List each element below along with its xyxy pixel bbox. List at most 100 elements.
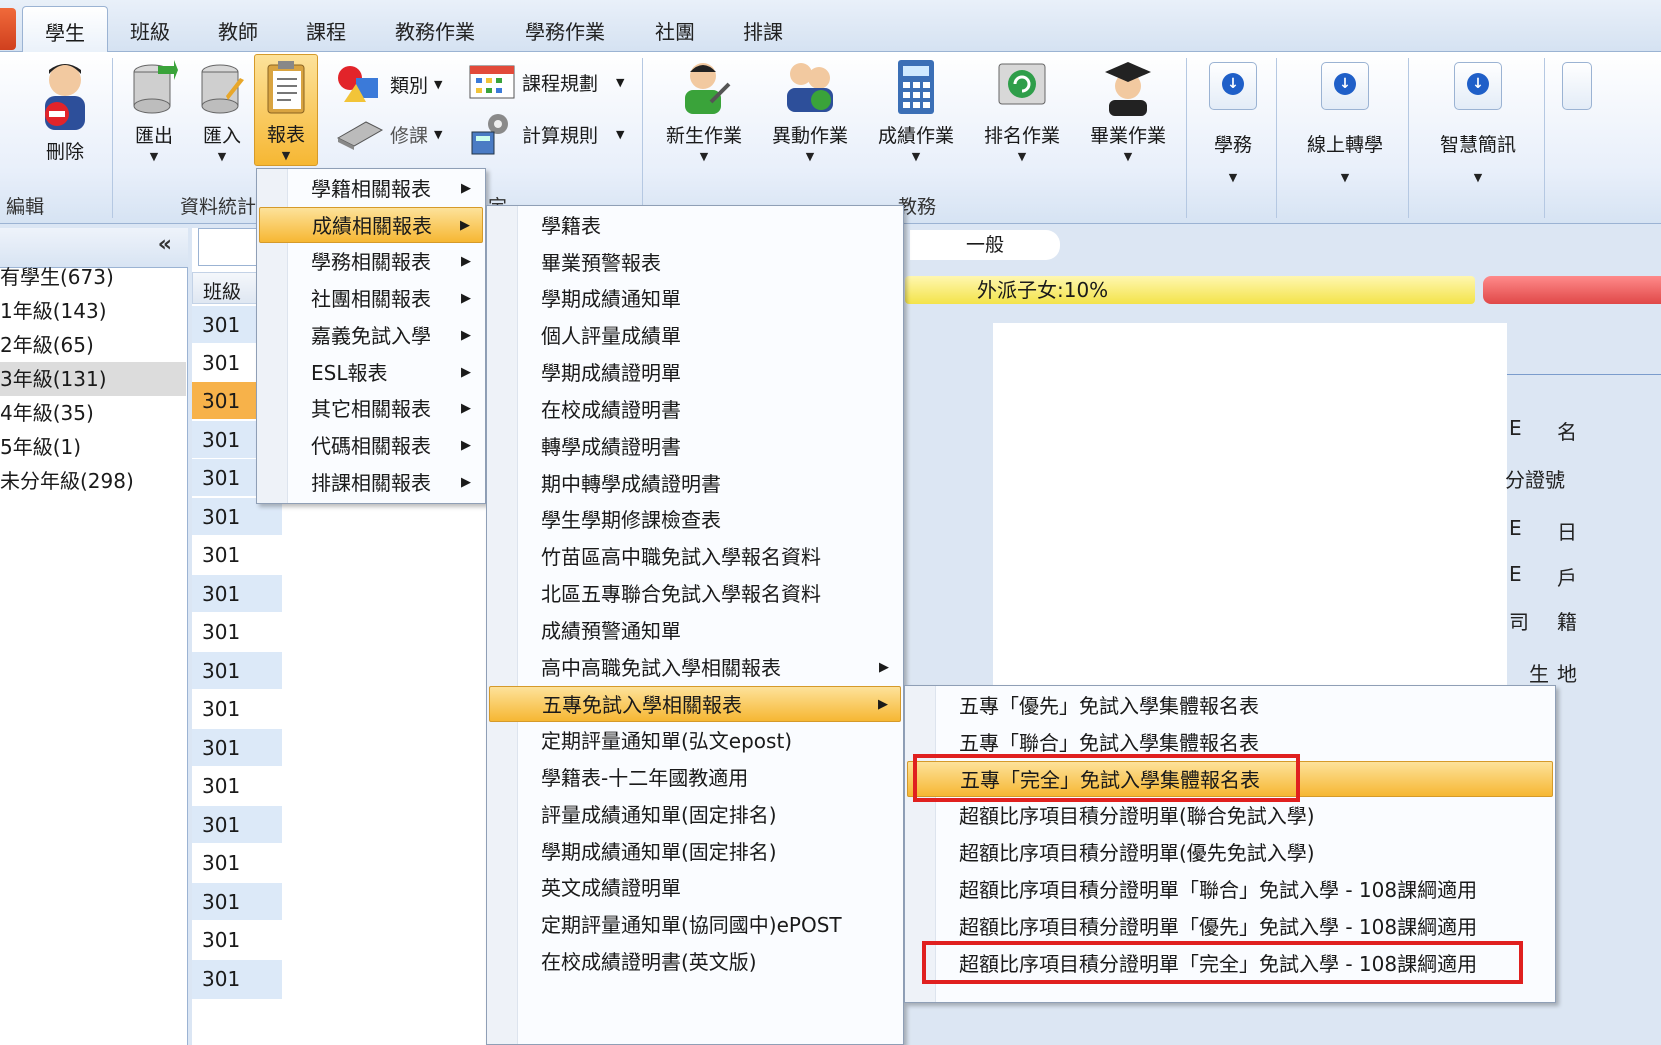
category-label: 類別 bbox=[390, 74, 429, 97]
tree-item-all-students[interactable]: 有學生(673) bbox=[0, 260, 186, 294]
menu-item-report[interactable]: 超額比序項目積分證明單(優先免試入學) bbox=[907, 835, 1553, 871]
menu-item-report[interactable]: 畢業預警報表 bbox=[489, 245, 901, 281]
export-button[interactable]: 匯出 ▼ bbox=[126, 60, 182, 163]
ribbon: 刪除 編輯 匯出 ▼ 匯入 ▼ 報表 ▼ 資料統計 類別 ▼ 課程規劃 ▼ 修課… bbox=[0, 52, 1661, 224]
table-row[interactable]: 301 bbox=[192, 575, 282, 613]
menu-item-chiayi-exam-free[interactable]: 嘉義免試入學 ▶ bbox=[259, 318, 483, 354]
menu-item-report[interactable]: 超額比序項目積分證明單「優先」免試入學 - 108課綱適用 bbox=[907, 909, 1553, 945]
online-transfer-button[interactable]: ↓ 線上轉學 ▼ bbox=[1290, 62, 1400, 184]
menu-item-enrollment-reports[interactable]: 學籍相關報表 ▶ bbox=[259, 171, 483, 207]
menu-item-five-year-exam-free[interactable]: 五專免試入學相關報表 ▶ bbox=[489, 686, 901, 722]
alert-badge bbox=[1483, 276, 1661, 304]
table-row[interactable]: 301 bbox=[192, 844, 282, 882]
menu-item-report[interactable]: 評量成績通知單(固定排名) bbox=[489, 797, 901, 833]
graduation-label: 畢業作業 bbox=[1089, 125, 1166, 147]
menu-item-report[interactable]: 學籍表-十二年國教適用 bbox=[489, 760, 901, 796]
tab-club[interactable]: 社團 bbox=[655, 16, 695, 45]
calc-rule-button[interactable]: 計算規則 ▼ bbox=[468, 112, 624, 156]
menu-item-report[interactable]: 學期成績證明單 bbox=[489, 355, 901, 391]
tree-item-grade4[interactable]: 4年級(35) bbox=[0, 396, 186, 430]
table-row[interactable]: 301 bbox=[192, 767, 282, 805]
student-affairs-button[interactable]: ↓ 學務 ▼ bbox=[1196, 62, 1270, 184]
menu-item-club-reports[interactable]: 社團相關報表 ▶ bbox=[259, 281, 483, 317]
ranking-button[interactable]: 排名作業 ▼ bbox=[974, 58, 1070, 163]
menu-item-other-reports[interactable]: 其它相關報表 ▶ bbox=[259, 391, 483, 427]
tab-student-affairs[interactable]: 學務作業 bbox=[525, 16, 605, 45]
table-row[interactable]: 301 bbox=[192, 690, 282, 728]
tree-item-grade5[interactable]: 5年級(1) bbox=[0, 430, 186, 464]
menu-item-report[interactable]: 期中轉學成績證明書 bbox=[489, 466, 901, 502]
repair-course-button[interactable]: 修課 ▼ bbox=[336, 116, 442, 152]
menu-item-label: 期中轉學成績證明書 bbox=[541, 472, 721, 496]
report-category-menu: 學籍相關報表 ▶ 成績相關報表 ▶ 學務相關報表 ▶ 社團相關報表 ▶ 嘉義免試入學 ▶ … bbox=[256, 168, 486, 504]
table-row[interactable]: 301 bbox=[192, 806, 282, 844]
menu-item-report[interactable]: 定期評量通知單(弘文epost) bbox=[489, 723, 901, 759]
menu-item-report[interactable]: 學期成績通知單(固定排名) bbox=[489, 834, 901, 870]
menu-item-label: 個人評量成績單 bbox=[541, 324, 681, 348]
table-row[interactable]: 301 bbox=[192, 652, 282, 690]
menu-item-score-reports[interactable]: 成績相關報表 ▶ bbox=[259, 207, 483, 243]
menu-item-esl-reports[interactable]: ESL報表 ▶ bbox=[259, 355, 483, 391]
import-button[interactable]: 匯入 ▼ bbox=[194, 60, 250, 163]
tab-academic-work[interactable]: 教務作業 bbox=[395, 16, 475, 45]
delete-button[interactable]: 刪除 bbox=[30, 58, 100, 164]
change-button[interactable]: 異動作業 ▼ bbox=[762, 58, 858, 163]
category-button[interactable]: 類別 ▼ bbox=[336, 64, 442, 104]
chevron-down-icon: ▼ bbox=[1228, 171, 1238, 184]
chevron-down-icon: ▼ bbox=[434, 127, 443, 141]
menu-item-report[interactable]: 成績預警通知單 bbox=[489, 613, 901, 649]
menu-item-report[interactable]: 在校成績證明書 bbox=[489, 392, 901, 428]
table-row[interactable]: 301 bbox=[192, 921, 282, 959]
menu-item-label: 學期成績通知單 bbox=[541, 287, 681, 311]
score-button[interactable]: 成績作業 ▼ bbox=[868, 58, 964, 163]
tab-class[interactable]: 班級 bbox=[130, 16, 170, 45]
tree-item-ungraded[interactable]: 未分年級(298) bbox=[0, 464, 186, 498]
tree-item-grade3[interactable]: 3年級(131) bbox=[0, 362, 186, 396]
report-button[interactable]: 報表 ▼ bbox=[254, 54, 318, 166]
table-row[interactable]: 301 bbox=[192, 536, 282, 574]
menu-item-report[interactable]: 超額比序項目積分證明單「聯合」免試入學 - 108課綱適用 bbox=[907, 872, 1553, 908]
menu-item-report[interactable]: 轉學成績證明書 bbox=[489, 429, 901, 465]
more-button[interactable] bbox=[1562, 62, 1592, 110]
graduation-button[interactable]: 畢業作業 ▼ bbox=[1080, 58, 1176, 163]
menu-item-report[interactable]: 超額比序項目積分證明單(聯合免試入學) bbox=[907, 798, 1553, 834]
tree-item-grade1[interactable]: 1年級(143) bbox=[0, 294, 186, 328]
menu-item-label: 學期成績通知單(固定排名) bbox=[541, 840, 777, 864]
table-row[interactable]: 301 bbox=[192, 729, 282, 767]
app-menu-button[interactable] bbox=[0, 8, 16, 50]
menu-item-report[interactable]: 定期評量通知單(協同國中)ePOST bbox=[489, 907, 901, 943]
calculator-gear-icon bbox=[471, 114, 508, 155]
tab-teacher[interactable]: 教師 bbox=[218, 16, 258, 45]
menu-item-report[interactable]: 學籍表 bbox=[489, 208, 901, 244]
menu-item-report[interactable]: 北區五專聯合免試入學報名資料 bbox=[489, 576, 901, 612]
annotation-highlight-box bbox=[913, 754, 1300, 802]
table-row[interactable]: 301 bbox=[192, 883, 282, 921]
menu-item-report[interactable]: 個人評量成績單 bbox=[489, 318, 901, 354]
menu-item-report[interactable]: 竹苗區高中職免試入學報名資料 bbox=[489, 539, 901, 575]
tree-item-grade2[interactable]: 2年級(65) bbox=[0, 328, 186, 362]
collapse-panel-button[interactable]: « bbox=[158, 232, 172, 257]
menu-item-report[interactable]: 英文成績證明單 bbox=[489, 870, 901, 906]
smart-sms-button[interactable]: ↓ 智慧簡訊 ▼ bbox=[1420, 62, 1536, 184]
menu-item-report[interactable]: 五專「優先」免試入學集體報名表 bbox=[907, 688, 1553, 724]
down-arrow-icon: ↓ bbox=[1321, 62, 1369, 110]
tab-general[interactable]: 一般 bbox=[910, 230, 1060, 260]
table-row[interactable]: 301 bbox=[192, 960, 282, 1000]
tab-student[interactable]: 學生 bbox=[22, 6, 108, 53]
submenu-arrow-icon: ▶ bbox=[461, 365, 471, 380]
delete-user-icon bbox=[45, 64, 85, 130]
menu-item-report[interactable]: 學生學期修課檢查表 bbox=[489, 502, 901, 538]
menu-item-code-reports[interactable]: 代碼相關報表 ▶ bbox=[259, 428, 483, 464]
database-import-icon bbox=[201, 64, 244, 114]
menu-item-affairs-reports[interactable]: 學務相關報表 ▶ bbox=[259, 244, 483, 280]
menu-item-senior-high-exam-free[interactable]: 高中高職免試入學相關報表 ▶ bbox=[489, 650, 901, 686]
tab-scheduling[interactable]: 排課 bbox=[743, 16, 783, 45]
menu-item-report[interactable]: 學期成績通知單 bbox=[489, 281, 901, 317]
new-student-button[interactable]: 新生作業 ▼ bbox=[656, 58, 752, 163]
tab-course[interactable]: 課程 bbox=[306, 16, 346, 45]
menu-item-scheduling-reports[interactable]: 排課相關報表 ▶ bbox=[259, 465, 483, 501]
course-plan-button[interactable]: 課程規劃 ▼ bbox=[468, 64, 624, 100]
menu-item-report[interactable]: 在校成績證明書(英文版) bbox=[489, 944, 901, 980]
table-row[interactable]: 301 bbox=[192, 613, 282, 651]
import-label: 匯入 bbox=[202, 125, 241, 147]
